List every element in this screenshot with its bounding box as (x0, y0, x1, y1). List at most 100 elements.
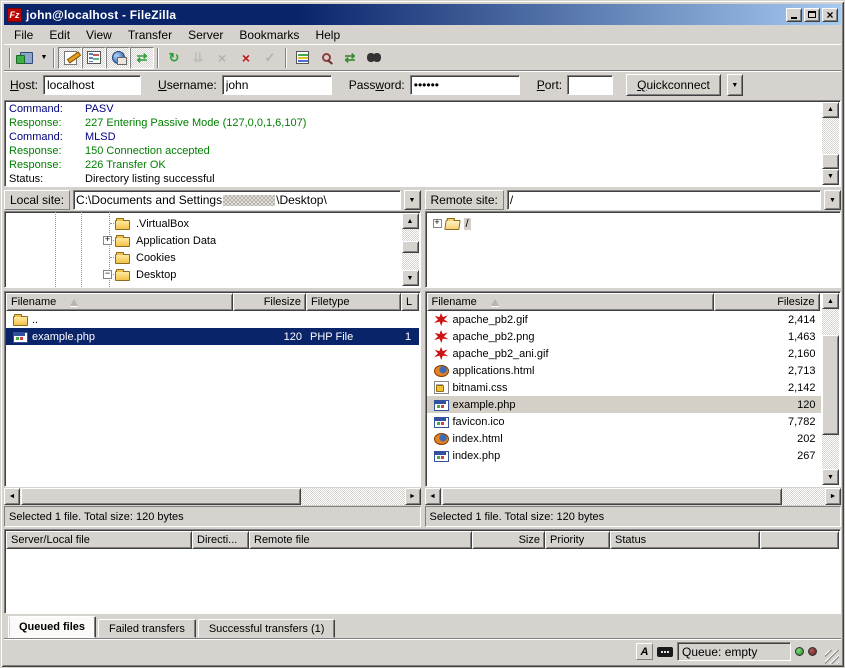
scroll-thumb[interactable] (442, 488, 782, 505)
scroll-right-button[interactable]: ► (825, 488, 841, 505)
file-row[interactable]: apache_pb2_ani.gif 2,160 (427, 345, 822, 362)
toggle-message-log-button[interactable] (58, 47, 82, 69)
column-header-server-local-file[interactable]: Server/Local file (6, 531, 192, 549)
log-line-text: MLSD (85, 131, 116, 143)
file-row[interactable]: example.php 120 PHP File 1 (6, 328, 419, 345)
cancel-icon: × (218, 51, 226, 65)
minimize-button[interactable] (786, 8, 802, 22)
local-site-combobox[interactable]: C:\Documents and Settings\Desktop\ (73, 190, 400, 210)
reconnect-button[interactable]: ✓ (258, 47, 282, 69)
column-header-priority[interactable]: Priority (545, 531, 610, 549)
scroll-thumb[interactable] (21, 488, 301, 505)
scroll-right-button[interactable]: ► (405, 488, 421, 505)
resize-grip[interactable] (825, 650, 839, 664)
scroll-thumb[interactable] (402, 241, 419, 253)
toggle-local-tree-button[interactable] (82, 47, 106, 69)
menu-item[interactable]: View (78, 26, 120, 44)
close-button[interactable]: × (822, 8, 838, 22)
menu-item[interactable]: Transfer (120, 26, 180, 44)
site-manager-button[interactable] (14, 47, 38, 69)
menubar: FileEditViewTransferServerBookmarksHelp (4, 25, 841, 44)
scroll-left-button[interactable]: ◄ (425, 488, 441, 505)
scroll-up-button[interactable]: ▲ (822, 293, 839, 309)
file-row[interactable]: bitnami.css 2,142 (427, 379, 822, 396)
file-row[interactable]: favicon.ico 7,782 (427, 413, 822, 430)
file-row[interactable]: index.php 267 (427, 447, 822, 464)
scroll-left-button[interactable]: ◄ (4, 488, 20, 505)
menu-item[interactable]: Edit (41, 26, 78, 44)
toggle-queue-button[interactable]: ⇄ (130, 47, 154, 69)
port-input[interactable] (567, 75, 613, 95)
scroll-thumb[interactable] (822, 154, 839, 169)
column-header-filetype[interactable]: Filetype (306, 293, 401, 311)
remote-site-dropdown[interactable]: ▼ (824, 190, 841, 210)
file-row[interactable]: index.html 202 (427, 430, 822, 447)
scroll-up-button[interactable]: ▲ (822, 102, 839, 118)
password-label: Password: (349, 78, 405, 92)
menu-item[interactable]: Help (307, 26, 348, 44)
maximize-button[interactable] (804, 8, 820, 22)
window-title: john@localhost - FileZilla (26, 8, 784, 22)
password-input[interactable] (410, 75, 520, 95)
cancel-button[interactable]: × (210, 47, 234, 69)
tree-item[interactable]: Application Data (6, 232, 401, 249)
ascii-datatype-button[interactable]: A (636, 643, 653, 660)
scroll-down-button[interactable]: ▼ (822, 169, 839, 185)
local-tree-scrollbar[interactable]: ▲ ▼ (402, 213, 419, 286)
file-row[interactable]: apache_pb2.png 1,463 (427, 328, 822, 345)
username-input[interactable] (222, 75, 332, 95)
file-row[interactable]: apache_pb2.gif 2,414 (427, 311, 822, 328)
column-header-lastmodified[interactable]: L (401, 293, 419, 311)
speedlimit-indicator-icon[interactable] (657, 647, 673, 657)
column-header-direction[interactable]: Directi... (192, 531, 249, 549)
file-row[interactable]: .. (6, 311, 419, 328)
remote-horizontal-scrollbar[interactable]: ◄ ► (425, 488, 842, 505)
toggle-remote-tree-button[interactable] (106, 47, 130, 69)
queue-tab[interactable]: Successful transfers (1) (198, 619, 336, 638)
column-header-filesize[interactable]: Filesize (233, 293, 306, 311)
find-files-button[interactable] (362, 47, 386, 69)
synchronized-browsing-button[interactable]: ⇄ (338, 47, 362, 69)
quickconnect-button[interactable]: Quickconnect (626, 74, 721, 96)
tree-expander[interactable] (103, 236, 112, 245)
disconnect-button[interactable]: × (234, 47, 258, 69)
menu-item[interactable]: File (6, 26, 41, 44)
message-log: Command:PASVResponse:227 Entering Passiv… (4, 100, 841, 187)
menu-item[interactable]: Bookmarks (231, 26, 307, 44)
local-horizontal-scrollbar[interactable]: ◄ ► (4, 488, 421, 505)
scroll-down-button[interactable]: ▼ (402, 270, 419, 286)
host-input[interactable] (43, 75, 141, 95)
queue-tab[interactable]: Queued files (8, 616, 96, 638)
file-row[interactable]: applications.html 2,713 (427, 362, 822, 379)
refresh-button[interactable]: ↻ (162, 47, 186, 69)
column-header-status[interactable]: Status (610, 531, 760, 549)
process-queue-button[interactable]: ⇊ (186, 47, 210, 69)
tree-expander[interactable] (433, 219, 442, 228)
tree-item[interactable]: / (427, 215, 840, 232)
menu-item[interactable]: Server (180, 26, 231, 44)
column-header-filename[interactable]: Filename (427, 293, 714, 311)
tree-item[interactable]: .VirtualBox (6, 215, 401, 232)
remote-list-scrollbar[interactable]: ▲ ▼ (822, 293, 839, 485)
log-line-type: Response: (9, 116, 85, 130)
titlebar[interactable]: Fz john@localhost - FileZilla × (4, 4, 841, 25)
column-header-filename[interactable]: Filename (6, 293, 233, 311)
queue-tab[interactable]: Failed transfers (98, 619, 196, 638)
remote-site-combobox[interactable]: / (507, 190, 821, 210)
tree-expander[interactable] (103, 270, 112, 279)
site-manager-dropdown[interactable]: ▼ (38, 47, 50, 69)
local-site-dropdown[interactable]: ▼ (404, 190, 421, 210)
scroll-down-button[interactable]: ▼ (822, 469, 839, 485)
quickconnect-dropdown[interactable]: ▼ (727, 74, 743, 96)
log-scrollbar[interactable]: ▲ ▼ (822, 102, 839, 185)
column-header-filesize[interactable]: Filesize (714, 293, 820, 311)
column-header-size[interactable]: Size (472, 531, 545, 549)
filter-button[interactable] (290, 47, 314, 69)
directory-comparison-button[interactable] (314, 47, 338, 69)
tree-item[interactable]: Cookies (6, 249, 401, 266)
column-header-remote-file[interactable]: Remote file (249, 531, 472, 549)
scroll-thumb[interactable] (822, 335, 839, 435)
scroll-up-button[interactable]: ▲ (402, 213, 419, 229)
tree-item[interactable]: Desktop (6, 266, 401, 283)
file-row[interactable]: example.php 120 (427, 396, 822, 413)
